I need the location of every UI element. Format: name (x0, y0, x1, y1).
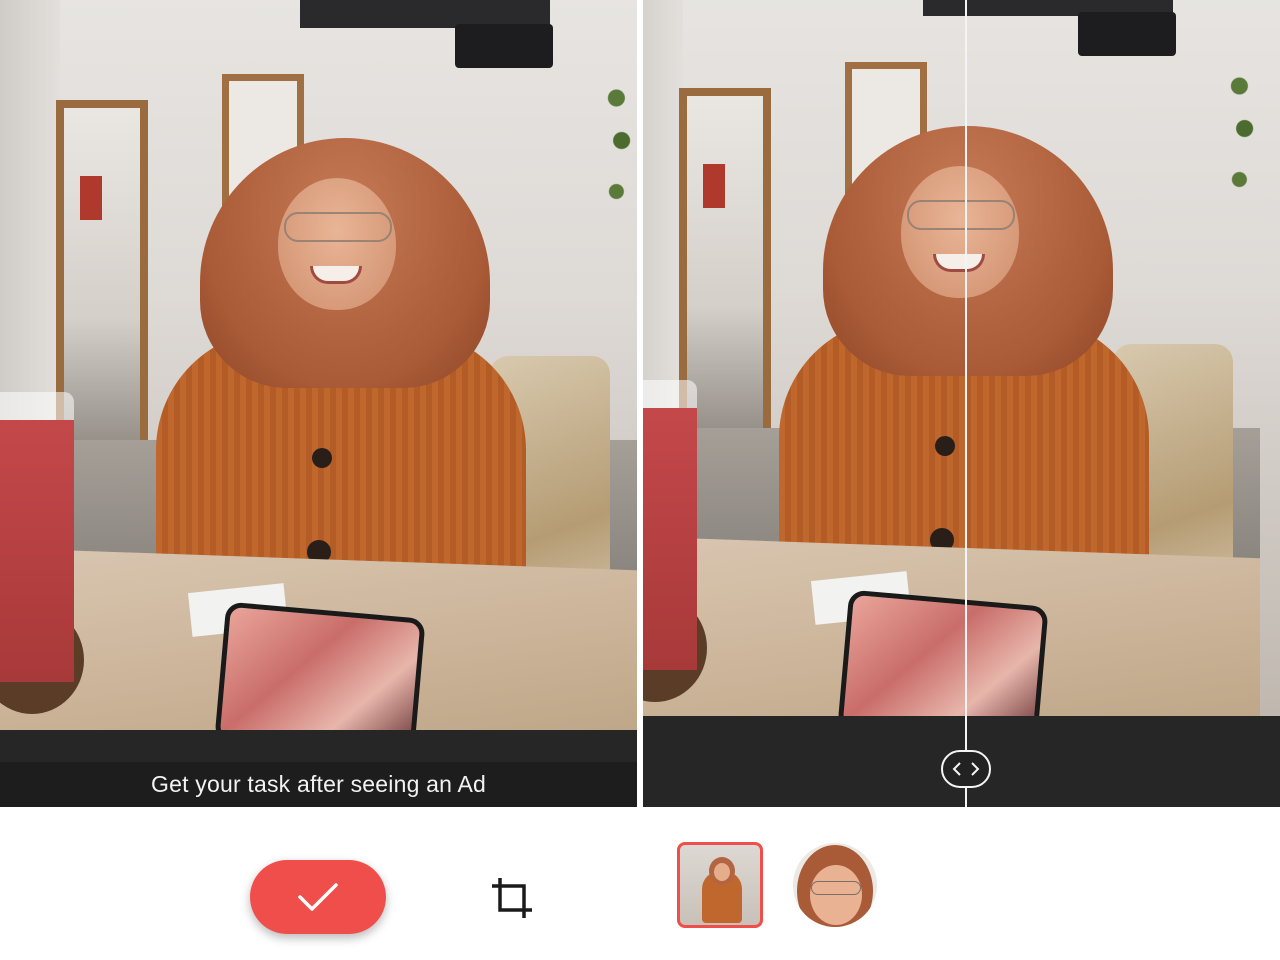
crop-button[interactable] (490, 876, 534, 920)
full-photo-thumbnail[interactable] (677, 842, 763, 928)
crop-icon (492, 878, 532, 918)
ad-banner[interactable]: Get your task after seeing an Ad (0, 762, 637, 807)
check-icon (298, 883, 338, 911)
before-after-divider-line[interactable] (965, 0, 967, 807)
enhanced-photo-preview (643, 0, 1280, 716)
toolbar-strip (0, 730, 637, 762)
photo-scene (643, 0, 1280, 716)
drink-glass (0, 392, 74, 682)
right-compare-panel (643, 0, 1280, 960)
photo-preview (0, 0, 637, 730)
confirm-button[interactable] (250, 860, 386, 934)
face-crop-thumbnail[interactable] (793, 843, 877, 927)
left-editor-panel: Get your task after seeing an Ad (0, 0, 637, 960)
phone-on-table (837, 589, 1049, 716)
drink-glass (643, 380, 697, 670)
compare-slider-handle[interactable] (941, 750, 991, 788)
phone-on-table (214, 601, 426, 730)
ad-banner-text: Get your task after seeing an Ad (151, 771, 486, 797)
photo-scene (0, 0, 637, 730)
left-right-arrows-icon (952, 762, 980, 776)
